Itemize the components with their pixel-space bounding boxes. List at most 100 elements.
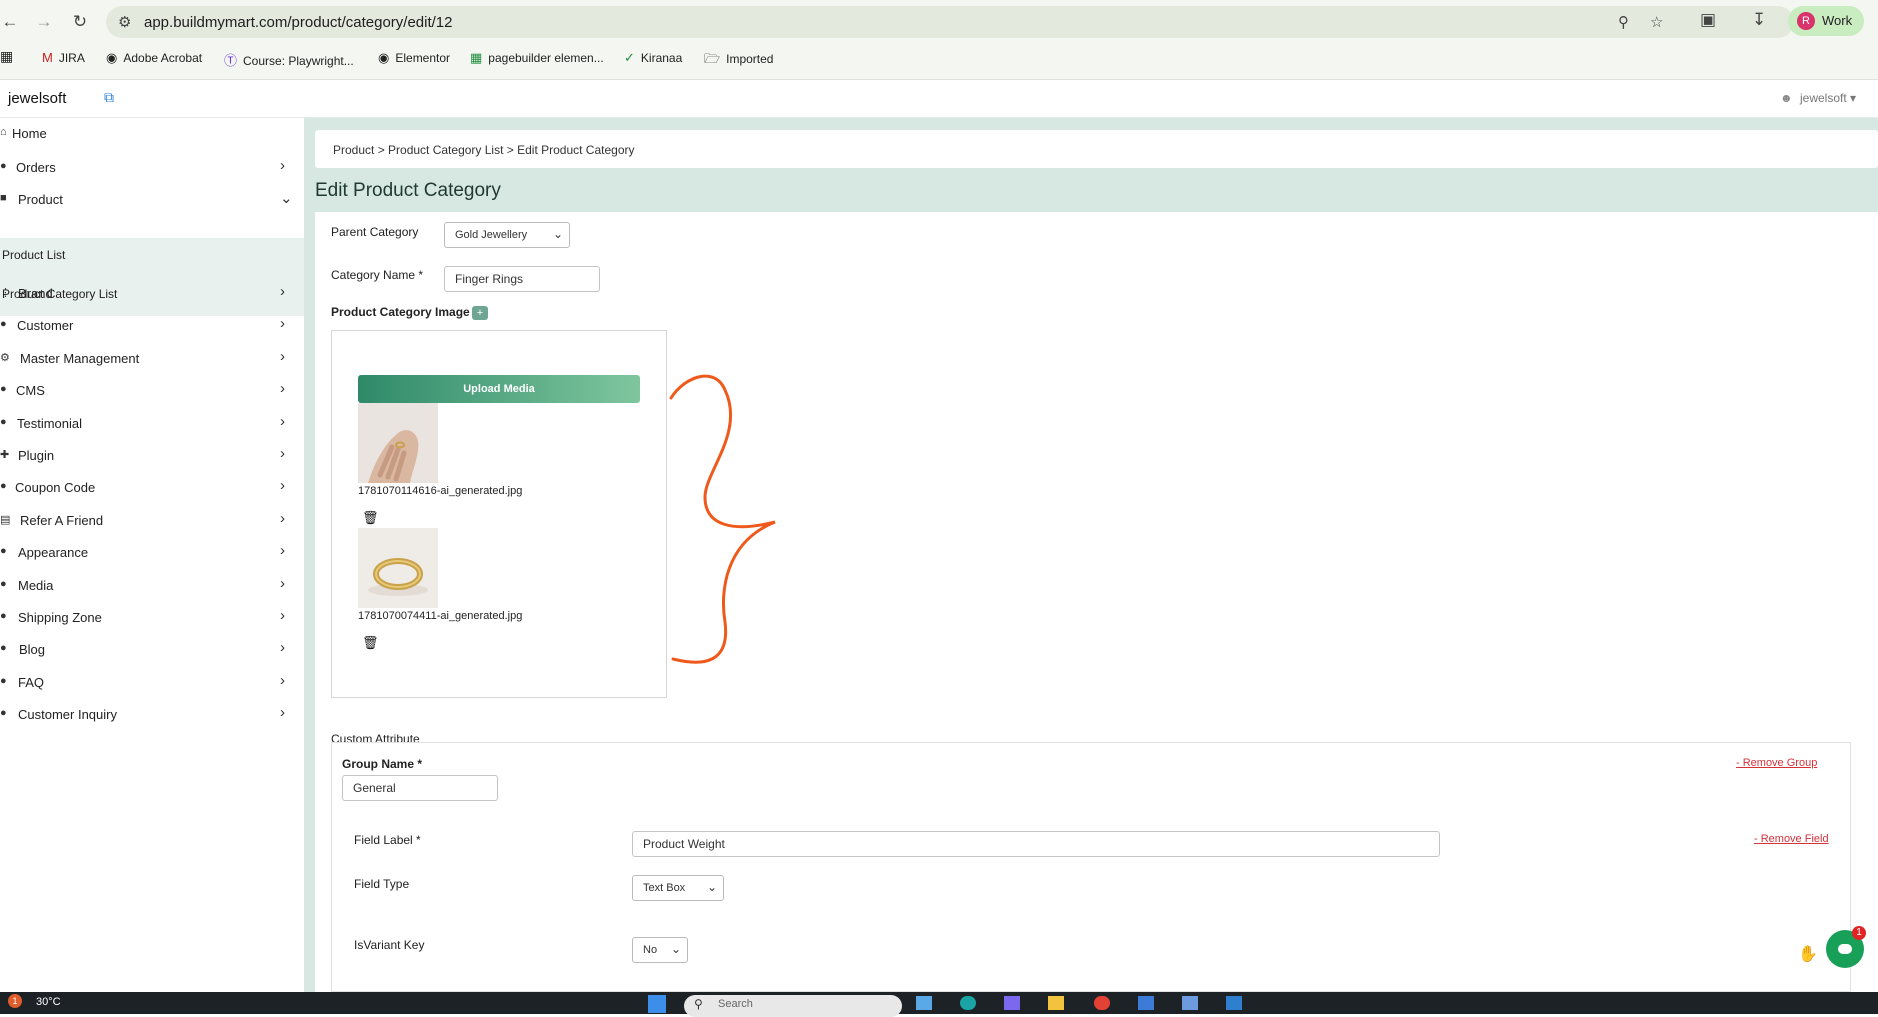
chevron-right-icon[interactable]: › [280,413,285,430]
user-menu[interactable]: jewelsoft ▾ [1800,91,1856,105]
sidebar-item-brand[interactable]: ⋮ Brand › [0,278,300,310]
external-link-icon[interactable]: ⧉ [104,89,114,106]
edge-icon[interactable] [960,996,976,1010]
profile-avatar: R [1797,12,1815,30]
field-label-input[interactable] [632,831,1440,857]
sidebar-item-label: Coupon Code [15,480,96,495]
app-topbar: jewelsoft ⧉ ☻ jewelsoft ▾ [0,80,1878,118]
image-thumbnail[interactable] [358,403,438,483]
os-taskbar: 1 30°C ⚲ Search [0,992,1878,1017]
brand-name[interactable]: jewelsoft [8,90,66,107]
breadcrumb: Product > Product Category List > Edit P… [315,130,1878,168]
sidebar-item-faq[interactable]: ● FAQ › [0,667,300,699]
app-icon[interactable] [916,996,932,1010]
reload-icon[interactable]: ↻ [70,12,90,32]
download-icon[interactable]: ↧ [1752,10,1766,30]
chevron-right-icon[interactable]: › [280,639,285,656]
apps-grid-icon[interactable]: ▦ [0,48,13,65]
chrome-icon[interactable] [1094,996,1110,1010]
bookmark-jira[interactable]: M JIRA [42,50,85,65]
sidebar-item-label: Media [18,578,54,593]
notepad-icon[interactable] [1182,996,1198,1010]
chevron-right-icon[interactable]: › [280,157,285,174]
sidebar-item-customer-inquiry[interactable]: ● Customer Inquiry › [0,699,300,731]
app-icon[interactable] [1226,996,1242,1010]
chevron-right-icon[interactable]: › [280,607,285,624]
category-name-input[interactable] [444,266,600,292]
url-text[interactable]: app.buildmymart.com/product/category/edi… [144,14,453,31]
chevron-right-icon[interactable]: › [280,542,285,559]
app-icon[interactable] [1138,996,1154,1010]
sidebar-item-coupon-code[interactable]: ● Coupon Code › [0,472,300,504]
sidebar-item-media[interactable]: ● Media › [0,570,300,602]
chevron-right-icon[interactable]: › [280,380,285,397]
chevron-right-icon[interactable]: › [280,445,285,462]
sidebar-item-icon: ● [0,480,7,492]
bookmark-pagebuilder[interactable]: ▦ pagebuilder elemen... [470,50,604,66]
windows-start-icon[interactable] [648,995,666,1013]
forward-icon[interactable]: → [34,12,54,32]
chevron-right-icon[interactable]: › [280,575,285,592]
field-type-select[interactable]: Text Box ⌄ [632,875,724,901]
sidebar-item-icon: ● [0,642,7,654]
sidebar-item-master-management[interactable]: ⚙ Master Management › [0,343,300,375]
chat-bubble-inner [1838,944,1852,954]
zoom-icon[interactable]: ⚲ [1618,13,1629,31]
teams-icon[interactable] [1004,996,1020,1010]
sidebar-item-home[interactable]: ⌂ Home [0,118,300,150]
parent-category-select[interactable]: Gold Jewellery ⌄ [444,222,570,248]
bookmark-star-icon[interactable]: ☆ [1650,13,1663,31]
chevron-right-icon[interactable]: › [280,315,285,332]
sidebar-subitem-product-list[interactable]: Product List [2,248,65,262]
breadcrumb-text[interactable]: Product > Product Category List > Edit P… [333,143,635,157]
chevron-right-icon[interactable]: › [280,704,285,721]
bookmark-adobe-acrobat[interactable]: ◉ Adobe Acrobat [106,50,202,66]
back-icon[interactable]: ← [0,12,20,32]
sidebar-item-label: Orders [16,160,56,175]
sidebar-item-customer[interactable]: ● Customer › [0,310,300,342]
site-settings-icon[interactable]: ⚙ [118,13,131,31]
trash-icon[interactable]: 🗑 [362,510,379,526]
profile-button[interactable]: R Work [1788,6,1864,36]
folder-icon[interactable] [1048,996,1064,1010]
chevron-right-icon[interactable]: › [280,348,285,365]
sidebar-item-appearance[interactable]: ● Appearance › [0,537,300,569]
add-image-icon[interactable]: + [472,306,488,320]
bookmark-elementor[interactable]: ◉ Elementor [378,50,450,66]
chevron-right-icon[interactable]: › [280,510,285,527]
extensions-icon[interactable]: ▣ [1700,10,1716,30]
isvariant-key-select[interactable]: No ⌄ [632,937,688,963]
bookmark-imported[interactable]: 🗁 Imported [704,50,773,72]
remove-field-link[interactable]: - Remove Field [1754,833,1829,845]
sidebar-item-cms[interactable]: ● CMS › [0,375,300,407]
image-thumbnail[interactable] [358,528,438,608]
sidebar-item-icon: ⚙ [0,352,10,364]
sidebar-item-orders[interactable]: ● Orders › [0,152,300,184]
sidebar-item-label: CMS [16,383,45,398]
trash-icon[interactable]: 🗑 [362,635,379,651]
wave-hand-icon: ✋ [1798,946,1818,963]
chevron-right-icon[interactable]: › [280,283,285,300]
weather-text[interactable]: 30°C [36,996,61,1008]
remove-group-link[interactable]: - Remove Group [1736,757,1817,769]
sidebar-item-refer-a-friend[interactable]: ▤ Refer A Friend › [0,505,300,537]
sidebar-item-shipping-zone[interactable]: ● Shipping Zone › [0,602,300,634]
sidebar-item-blog[interactable]: ● Blog › [0,634,300,666]
sidebar-item-testimonial[interactable]: ● Testimonial › [0,408,300,440]
chevron-right-icon[interactable]: › [280,477,285,494]
chevron-down-icon[interactable]: ⌄ [280,189,293,207]
sidebar-item-label: FAQ [18,675,45,690]
sidebar-item-icon: ● [0,160,7,172]
field-label-label: Field Label * [354,833,421,847]
address-bar[interactable]: ⚙ app.buildmymart.com/product/category/e… [106,6,1794,38]
sidebar: Product List Product Category List ⌂ Home… [0,118,305,992]
group-name-input[interactable] [342,775,498,801]
bookmark-course[interactable]: Ⓣ Course: Playwright... [224,50,354,69]
upload-media-button[interactable]: Upload Media [358,375,640,403]
sidebar-item-plugin[interactable]: ✚ Plugin › [0,440,300,472]
sidebar-item-product[interactable]: ■ Product ⌄ [0,184,300,216]
chevron-right-icon[interactable]: › [280,672,285,689]
taskbar-search-placeholder: Search [718,998,753,1010]
bookmark-kiranaa[interactable]: ✓ Kiranaa [624,50,682,66]
chat-widget[interactable]: ✋ 1 [1798,904,1868,970]
